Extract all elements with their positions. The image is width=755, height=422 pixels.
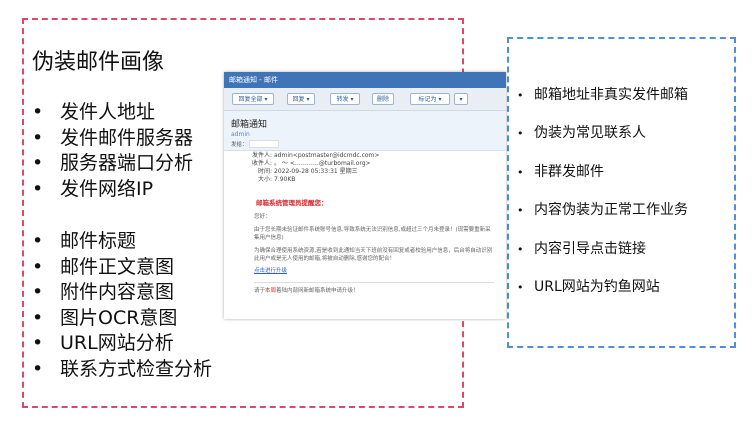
body-paragraph-1: 由于您长期未验证邮件系统账号信息,导致系统无法识别信息,或超过三个月未登录！(现… xyxy=(254,227,491,241)
list-item: • URL网站为钓鱼网站 xyxy=(517,274,688,312)
list-item: • 发件人地址 xyxy=(32,100,193,126)
size-value: 7.90KB xyxy=(274,176,296,183)
bullet: • xyxy=(32,152,44,175)
left-list-content: • 邮件标题 • 邮件正文意图 • 附件内容意图 • 图片OCR意图 • URL网站分析 … xyxy=(32,229,212,383)
item-label: 内容伪装为正常工作业务 xyxy=(534,202,688,219)
reply-all-button[interactable]: 回复全部 ▾ xyxy=(232,93,274,105)
email-meta: 发件人: admin<postmaster@idcmdc.com> 收件人:。 ～… xyxy=(244,152,379,184)
size-label: 大小: xyxy=(257,176,272,183)
reply-button[interactable]: 回复 ▾ xyxy=(287,93,315,105)
left-list-sender: • 发件人地址 • 发件邮件服务器 • 服务器端口分析 • 发件网络IP xyxy=(32,100,193,202)
item-label: 附件内容意图 xyxy=(60,281,175,304)
bullet: • xyxy=(32,306,44,329)
item-label: 非群发邮件 xyxy=(534,163,604,180)
from-value: admin<postmaster@idcmdc.com> xyxy=(274,152,380,159)
more-button[interactable]: ▾ xyxy=(454,93,468,105)
item-label: 发件网络IP xyxy=(60,177,154,200)
item-label: 图片OCR意图 xyxy=(60,306,178,329)
sendto-label: 发给： xyxy=(231,142,248,148)
delete-button[interactable]: 删除 xyxy=(372,93,394,105)
item-label: 发件人地址 xyxy=(60,101,156,123)
footer-text-red: 本周 xyxy=(265,287,277,294)
list-item: • 非群发邮件 xyxy=(517,159,688,197)
footer-text-a: 请于 xyxy=(254,287,266,294)
list-item: • 服务器端口分析 xyxy=(32,151,193,177)
item-label: 邮件标题 xyxy=(60,230,137,252)
item-label: 联系方式检查分析 xyxy=(60,357,213,380)
bullet: • xyxy=(517,165,524,179)
list-item: • URL网站分析 xyxy=(32,331,212,357)
bullet: • xyxy=(32,332,44,355)
to-label: 收件人: xyxy=(251,160,272,167)
list-item: • 联系方式检查分析 xyxy=(32,357,212,383)
item-label: 服务器端口分析 xyxy=(60,152,194,175)
from-label: 发件人: xyxy=(251,152,272,159)
bullet: • xyxy=(32,255,44,278)
bullet: • xyxy=(32,281,44,304)
email-body: 邮箱系统管理员提醒您： 您好： 由于您长期未验证邮件系统账号信息,导致系统无法识… xyxy=(254,199,494,296)
upgrade-link[interactable]: 点击进行升级 xyxy=(254,268,287,276)
email-toolbar: 回复全部 ▾ 回复 ▾ 转发 ▾ 删除 标记为 ▾ ▾ xyxy=(224,88,506,111)
footer-text-b: 着陆内部网新邮箱系统申请升级！ xyxy=(276,287,359,294)
email-subject: 邮箱通知 xyxy=(231,120,268,130)
list-item: • 发件网络IP xyxy=(32,177,193,203)
right-list: • 邮箱地址非真实发件邮箱 • 伪装为常见联系人 • 非群发邮件 • 内容伪装为正常工作… xyxy=(517,82,688,312)
list-item: • 邮件正文意图 xyxy=(32,255,212,281)
list-item: • 内容引导点击链接 xyxy=(517,236,688,274)
mark-as-button[interactable]: 标记为 ▾ xyxy=(410,93,450,105)
item-label: 邮箱地址非真实发件邮箱 xyxy=(534,87,688,103)
bullet: • xyxy=(517,89,524,102)
list-item: • 图片OCR意图 xyxy=(32,306,212,332)
email-screenshot: 邮箱通知 - 邮件 回复全部 ▾ 回复 ▾ 转发 ▾ 删除 标记为 ▾ ▾ 邮箱… xyxy=(224,72,506,319)
bullet: • xyxy=(517,204,524,218)
list-item: • 发件邮件服务器 xyxy=(32,126,193,152)
greeting-text: 您好： xyxy=(254,213,271,220)
email-footer: 请于本周着陆内部网新邮箱系统申请升级！ xyxy=(254,281,494,296)
list-item: • 附件内容意图 xyxy=(32,280,212,306)
left-title: 伪装邮件画像 xyxy=(32,50,165,75)
bullet: • xyxy=(32,230,44,252)
email-subject-bar: 邮箱通知 admin 发给： xyxy=(224,111,506,151)
list-item: • 邮箱地址非真实发件邮箱 xyxy=(517,82,688,120)
time-value: 2022-09-28 05:33:31 星期三 xyxy=(274,168,358,175)
bullet: • xyxy=(517,127,524,141)
bullet: • xyxy=(32,357,44,380)
item-label: 发件邮件服务器 xyxy=(60,126,194,149)
body-paragraph-2: 为确保合理使用系统资源,若是收到此通知当天下班前没有回复或者校验用户信息，后台将… xyxy=(254,248,493,262)
bullet: • xyxy=(32,177,44,200)
bullet: • xyxy=(517,280,524,294)
bullet: • xyxy=(32,101,44,123)
bullet: • xyxy=(32,126,44,149)
email-window-title: 邮箱通知 - 邮件 xyxy=(224,72,506,88)
list-item: • 内容伪装为正常工作业务 xyxy=(517,197,688,235)
item-label: URL网站为钓鱼网站 xyxy=(534,278,660,295)
item-label: URL网站分析 xyxy=(60,332,174,355)
bullet: • xyxy=(517,242,524,256)
email-sender-name[interactable]: admin xyxy=(231,131,250,138)
item-label: 内容引导点击链接 xyxy=(534,240,646,257)
item-label: 邮件正文意图 xyxy=(60,255,175,278)
sendto-redacted xyxy=(249,140,279,148)
warning-text: 邮箱系统管理员提醒您： xyxy=(256,199,328,207)
list-item: • 伪装为常见联系人 xyxy=(517,120,688,158)
list-item: • 邮件标题 xyxy=(32,229,212,255)
time-label: 时间: xyxy=(257,168,272,175)
item-label: 伪装为常见联系人 xyxy=(534,125,646,142)
to-value: 。 ～ <…………@turbomail.org> xyxy=(274,160,371,167)
forward-button[interactable]: 转发 ▾ xyxy=(330,93,360,105)
